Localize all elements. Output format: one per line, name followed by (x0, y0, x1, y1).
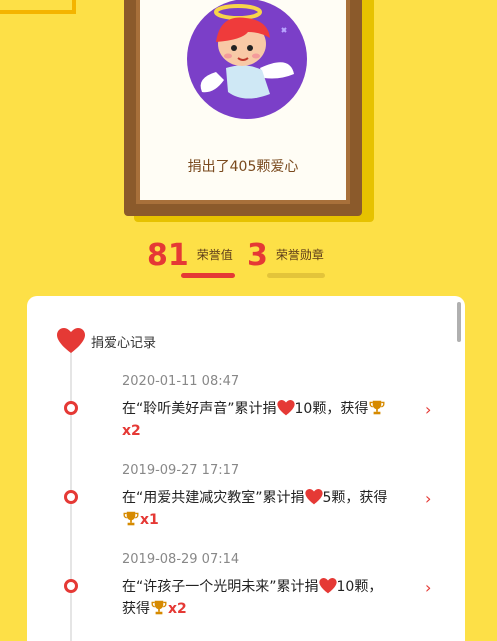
heart-icon (57, 328, 85, 353)
stats-row: 81 荣誉值 3 荣誉勋章 (0, 238, 497, 288)
trophy-icon (123, 511, 139, 526)
record-date: 2020-01-11 08:47 (122, 374, 240, 389)
records-header: 捐爱心记录 (57, 328, 156, 354)
donate-summary: 捐出了405颗爱心 (187, 159, 299, 175)
trophy-icon (369, 400, 385, 415)
medal-stat[interactable]: 3 荣誉勋章 (247, 238, 324, 273)
angel-avatar-icon (187, 0, 307, 119)
honor-value-number: 81 (147, 238, 189, 273)
heart-icon (304, 489, 323, 505)
chevron-right-icon[interactable]: › (425, 400, 431, 419)
medal-count-number: 3 (247, 238, 268, 273)
chevron-right-icon[interactable]: › (425, 489, 431, 508)
honor-value-label: 荣誉值 (196, 248, 233, 262)
records-card: 捐爱心记录 2020-01-11 08:47 在“聆听美好声音”累计捐 10颗，获… (27, 296, 465, 641)
medal-label: 荣誉勋章 (275, 248, 324, 262)
corner-decoration (0, 0, 76, 14)
records-title: 捐爱心记录 (91, 335, 157, 351)
record-text: 在“用爱共建减灾教室”累计捐 5颗，获得 x1 (122, 489, 388, 528)
medal-tab-indicator (267, 273, 325, 278)
record-text: 在“聆听美好声音”累计捐 10颗，获得 x2 (122, 398, 422, 442)
scrollbar[interactable] (457, 302, 461, 342)
portrait-frame: 捐出了405颗爱心 (124, 0, 362, 216)
honor-value-tab-indicator (181, 273, 235, 278)
honor-value-stat[interactable]: 81 荣誉值 (147, 238, 233, 273)
timeline-dot (64, 579, 78, 593)
record-date: 2019-09-27 17:17 (122, 463, 240, 478)
portrait-canvas: 捐出了405颗爱心 (140, 0, 346, 200)
record-text: 在“许孩子一个光明未来”累计捐 10颗， 获得 x2 (122, 578, 383, 617)
trophy-icon (151, 600, 167, 615)
timeline-dot (64, 401, 78, 415)
timeline-dot (64, 490, 78, 504)
heart-icon (276, 400, 295, 416)
record-date: 2019-08-29 07:14 (122, 552, 240, 567)
heart-icon (318, 578, 337, 594)
chevron-right-icon[interactable]: › (425, 578, 431, 597)
